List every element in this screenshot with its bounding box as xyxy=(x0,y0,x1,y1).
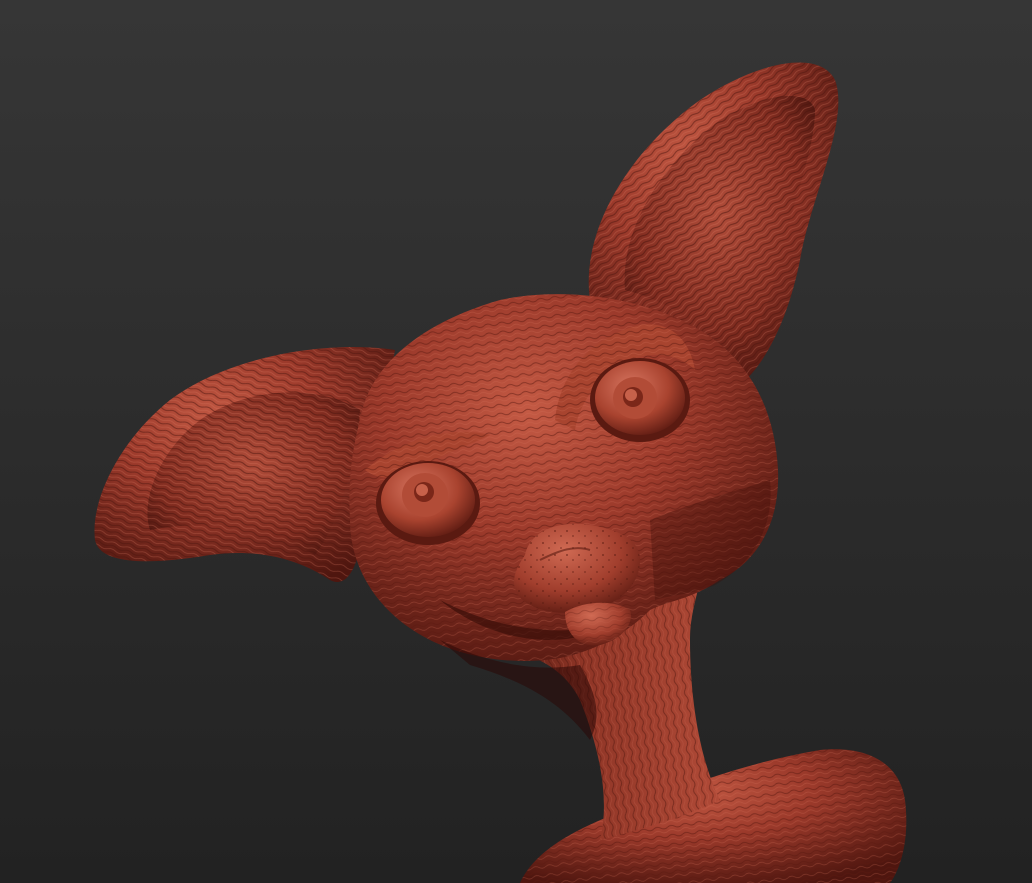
sculpt-viewport[interactable] xyxy=(0,0,1032,883)
left-eye xyxy=(376,461,480,545)
right-eye xyxy=(590,358,690,442)
sculpt-render xyxy=(0,0,1032,883)
